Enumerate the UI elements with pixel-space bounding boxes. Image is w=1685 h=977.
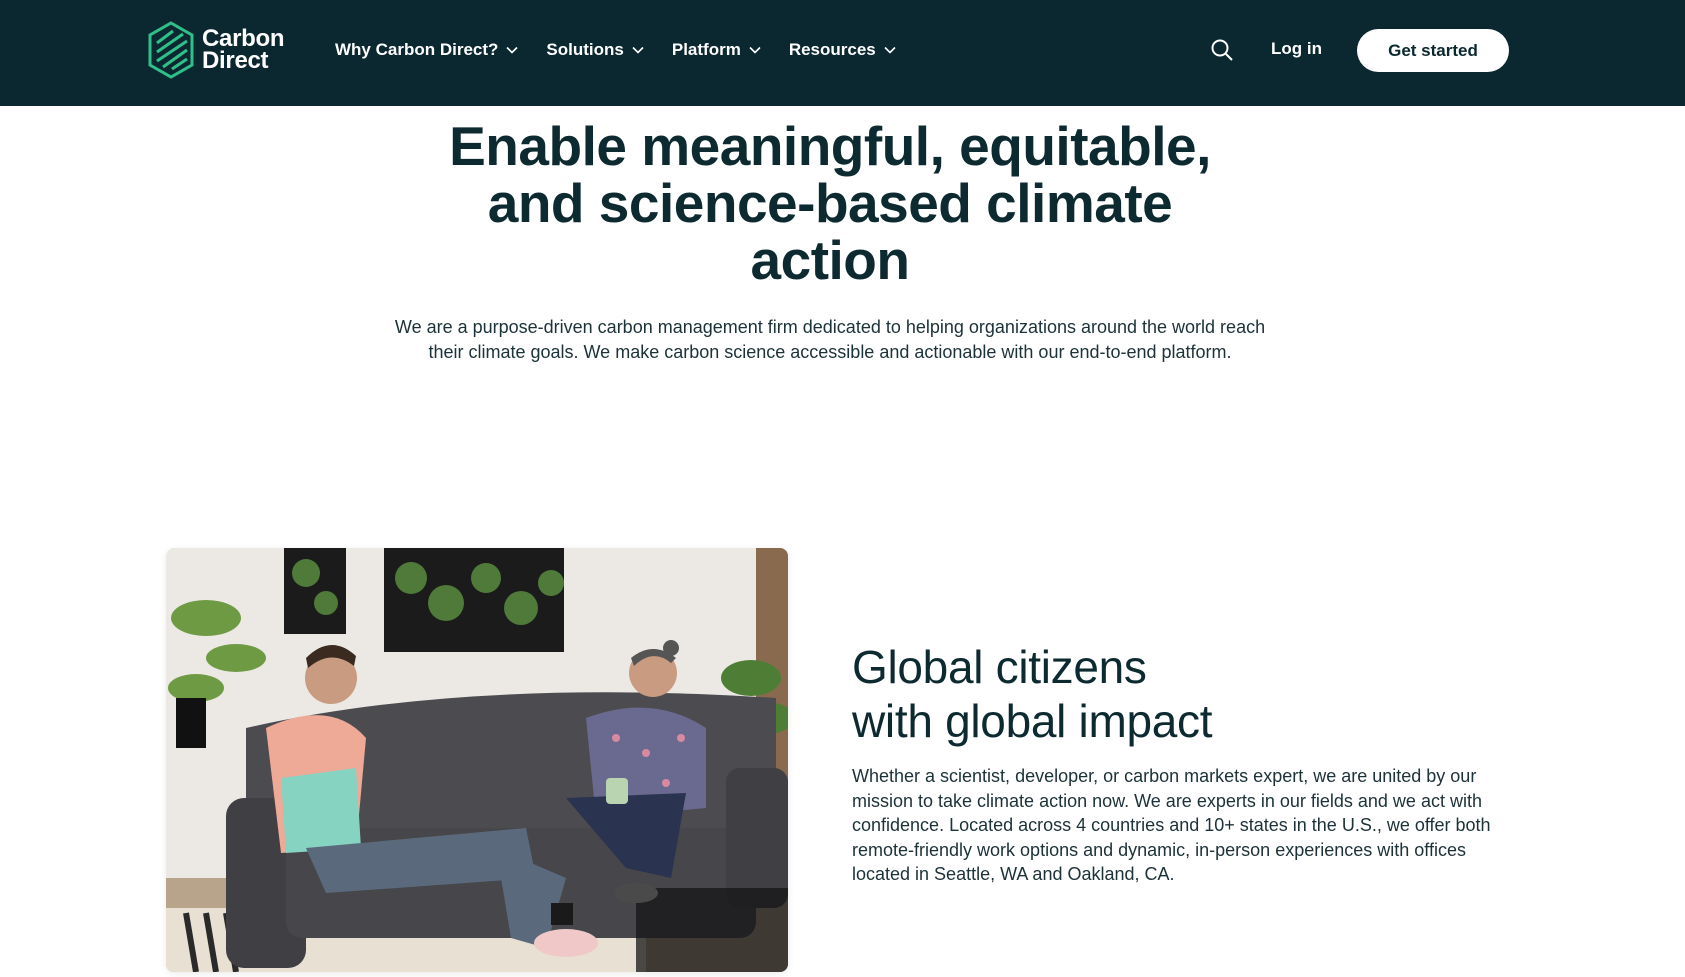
main-nav: Why Carbon Direct? Solutions Platform Re…	[335, 38, 924, 62]
nav-item-why-carbon-direct[interactable]: Why Carbon Direct?	[335, 38, 518, 62]
search-button[interactable]	[1210, 38, 1234, 62]
chevron-down-icon	[632, 46, 644, 54]
nav-item-label: Platform	[671, 40, 741, 59]
nav-item-label: Solutions	[546, 40, 624, 59]
nav-item-label: Resources	[788, 40, 876, 59]
nav-item-resources[interactable]: Resources	[789, 38, 896, 62]
chevron-down-icon	[749, 46, 761, 54]
get-started-button[interactable]: Get started	[1357, 29, 1509, 72]
hero-subtitle: We are a purpose-driven carbon managemen…	[394, 317, 1266, 362]
search-icon	[1211, 39, 1233, 61]
feature-title-line1: Global citizens	[852, 641, 1147, 693]
hero-title-line3: action	[750, 229, 910, 291]
site-header: Carbon Direct Why Carbon Direct? Solutio…	[0, 0, 1685, 106]
carbon-direct-logo-icon	[148, 21, 194, 79]
chevron-down-icon	[884, 46, 896, 54]
nav-item-label: Why Carbon Direct?	[335, 40, 499, 59]
chevron-down-icon	[506, 46, 518, 54]
nav-item-platform[interactable]: Platform	[672, 38, 761, 62]
login-link[interactable]: Log in	[1271, 39, 1322, 59]
hero-title: Enable meaningful, equitable, and scienc…	[330, 118, 1330, 289]
feature-title-line2: with global impact	[852, 695, 1213, 747]
logo[interactable]: Carbon Direct	[147, 20, 297, 80]
team-photo	[166, 548, 788, 972]
logo-wordmark: Carbon Direct	[202, 27, 285, 74]
hero-title-line2: and science-based climate	[487, 172, 1173, 234]
nav-item-solutions[interactable]: Solutions	[546, 38, 644, 62]
team-photo-illustration	[166, 548, 788, 972]
feature-title: Global citizens with global impact	[852, 640, 1412, 748]
hero-title-line1: Enable meaningful, equitable,	[449, 115, 1211, 177]
feature-body: Whether a scientist, developer, or carbo…	[852, 766, 1491, 884]
logo-line2: Direct	[202, 47, 269, 74]
